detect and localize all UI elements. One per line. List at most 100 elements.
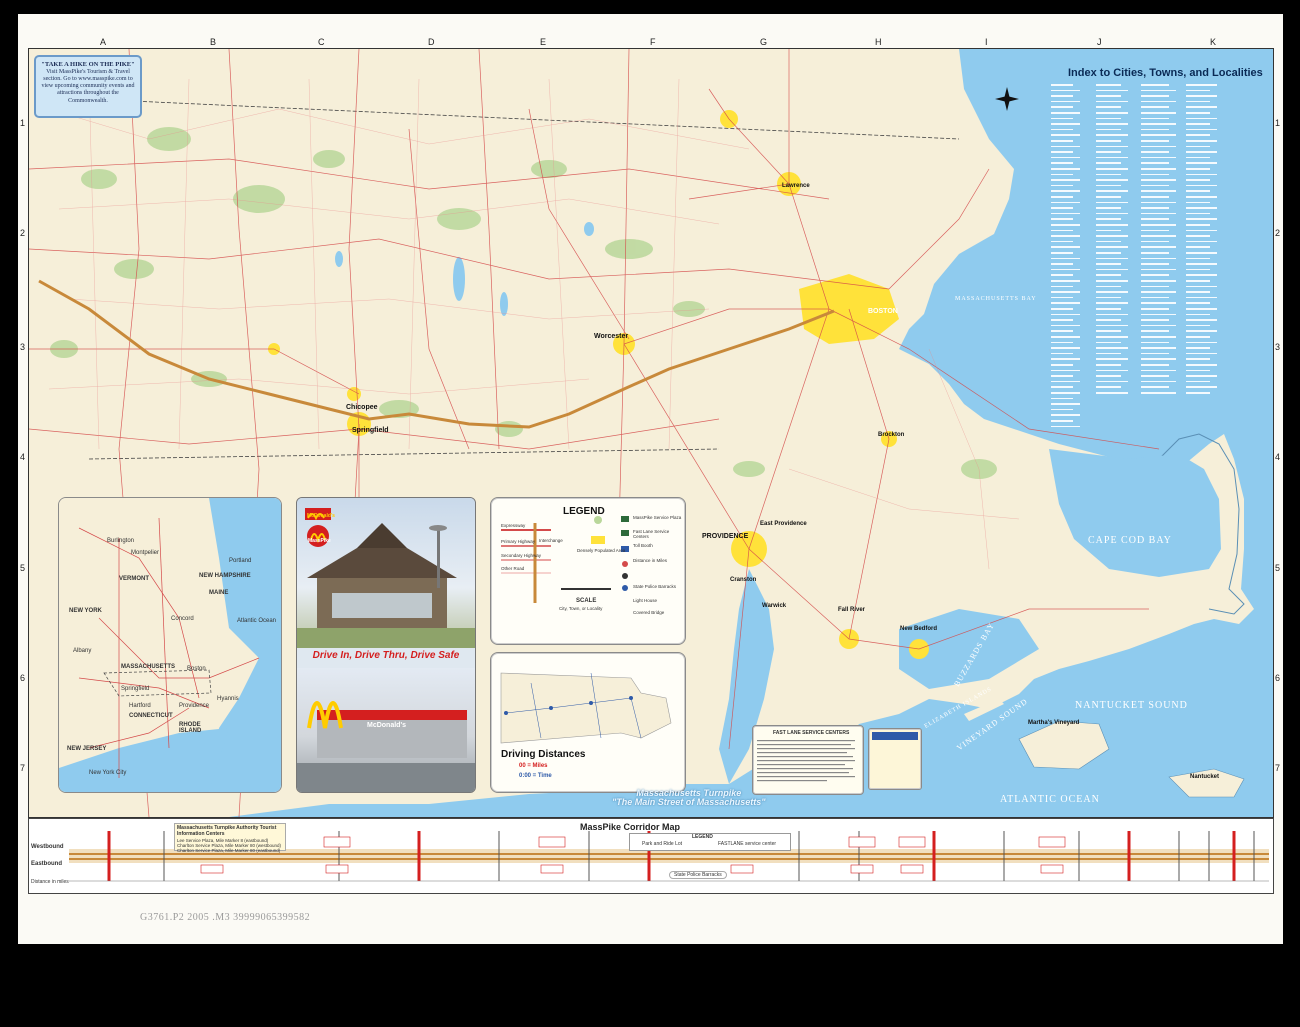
- tourist-info-line-3: Charlton Service Plaza, Mile Marker 80 (…: [177, 848, 281, 853]
- index-entry-line: [1096, 274, 1121, 276]
- index-entry-line: [1096, 285, 1121, 288]
- index-entry-line: [1051, 179, 1080, 181]
- index-entry-line: [1096, 112, 1128, 114]
- city-worcester: Worcester: [594, 333, 629, 340]
- corridor-service-plaza-icon: [1040, 864, 1064, 874]
- index-entry-line: [1096, 352, 1121, 355]
- index-entry-line: [1051, 84, 1073, 86]
- index-entry-line: [1096, 224, 1128, 226]
- corridor-service-plaza-icon: [538, 836, 566, 848]
- city-fall-river: Fall River: [838, 607, 866, 613]
- index-entry-line: [1141, 263, 1169, 265]
- index-entry-line: [1141, 162, 1169, 164]
- inset-state-new-jersey: NEW JERSEY: [67, 746, 107, 752]
- index-entry-line: [1141, 285, 1169, 288]
- index-entry-line: [1141, 218, 1169, 220]
- inset-place-hyannis: Hyannis: [217, 696, 239, 702]
- index-entry-line: [1186, 229, 1217, 232]
- index-entry-line: [1186, 246, 1210, 248]
- index-entry-line: [1186, 280, 1210, 282]
- grid-row-3-right: 3: [1275, 342, 1281, 352]
- index-entry-line: [1186, 240, 1217, 243]
- index-entry-line: [1096, 380, 1128, 383]
- index-entry-line: [1141, 274, 1169, 276]
- index-entry-line: [1051, 369, 1080, 372]
- mcdonalds-sign: McDonald's: [367, 722, 407, 729]
- index-entry-line: [1051, 296, 1073, 299]
- index-entry-line: [1186, 268, 1210, 271]
- index-entry-line: [1186, 106, 1217, 108]
- index-entry-line: [1186, 207, 1217, 209]
- index-entry-line: [1141, 235, 1176, 237]
- tourist-info-title: Massachusetts Turnpike Authority Tourist…: [177, 825, 277, 837]
- index-entry-line: [1051, 145, 1080, 148]
- index-entry-line: [1141, 358, 1176, 360]
- index-title: Index to Cities, Towns, and Localities: [1068, 67, 1263, 79]
- index-entry-line: [1141, 324, 1176, 327]
- turnpike-slogan: Massachusetts Turnpike "The Main Street …: [612, 788, 766, 808]
- masspike-partner: MassPike: [308, 538, 331, 544]
- index-entry-line: [1186, 386, 1217, 388]
- grid-row-6-left: 6: [20, 673, 26, 683]
- grid-row-6-right: 6: [1275, 673, 1281, 683]
- index-entry-line: [1141, 224, 1176, 226]
- index-entry-line: [1051, 173, 1073, 176]
- city-warwick: Warwick: [762, 603, 787, 609]
- index-entry-line: [1096, 100, 1128, 103]
- index-entry-line: [1186, 324, 1210, 327]
- index-entry-line: [1096, 196, 1121, 198]
- inset-place-new-york-city: New York City: [89, 770, 127, 776]
- index-entry-line: [1186, 162, 1217, 164]
- index-entry-line: [1096, 369, 1128, 372]
- corridor-service-plaza-icon: [730, 864, 754, 874]
- index-entry-line: [1096, 280, 1128, 282]
- fast-lane-title: FAST LANE SERVICE CENTERS: [773, 730, 850, 736]
- mcdonalds-brand: McDonald's: [307, 513, 335, 519]
- index-entry-line: [1051, 140, 1073, 142]
- westbound-label: Westbound: [31, 844, 64, 850]
- index-entry-line: [1096, 207, 1121, 209]
- index-entry-line: [1051, 128, 1073, 131]
- grid-row-1-left: 1: [20, 118, 26, 128]
- index-entry-line: [1141, 336, 1176, 338]
- index-entry-line: [1096, 128, 1121, 131]
- corridor-service-plaza-icon: [850, 864, 874, 874]
- index-entry-line: [1186, 341, 1217, 344]
- index-entry-line: [1186, 196, 1217, 198]
- index-entry-line: [1141, 156, 1176, 159]
- index-entry-line: [1096, 151, 1121, 153]
- index-entry-line: [1096, 162, 1121, 164]
- index-entry-line: [1141, 151, 1169, 153]
- index-entry-line: [1141, 201, 1176, 204]
- grid-col-b-top: B: [210, 37, 217, 47]
- index-entry-line: [1186, 313, 1210, 316]
- index-entry-line: [1051, 112, 1080, 114]
- index-entry-line: [1051, 397, 1073, 400]
- grid-col-j-top: J: [1097, 37, 1102, 47]
- index-entry-line: [1051, 319, 1073, 321]
- index-entry-line: [1096, 246, 1128, 248]
- index-entry-line: [1186, 156, 1210, 159]
- index-entry-line: [1141, 280, 1176, 282]
- index-entry-line: [1096, 347, 1128, 349]
- corridor-service-plaza-icon: [898, 836, 926, 848]
- label-nantucket-sound: NANTUCKET SOUND: [1075, 700, 1188, 711]
- grid-col-g-top: G: [760, 37, 768, 47]
- driving-time-key: 0:00 = Time: [519, 773, 552, 779]
- legend-panel: LEGEND Expressway Primary Highway Secondar…: [490, 497, 686, 645]
- grid-row-2-right: 2: [1275, 228, 1281, 238]
- legend-scale-label: SCALE: [576, 598, 597, 604]
- index-entry-line: [1186, 291, 1210, 293]
- grid-row-7-left: 7: [20, 763, 26, 773]
- index-entry-line: [1096, 89, 1128, 92]
- index-entry-line: [1096, 263, 1121, 265]
- index-entry-line: [1051, 420, 1073, 422]
- index-entry-line: [1141, 296, 1169, 299]
- index-entry-line: [1096, 168, 1128, 170]
- index-entry-line: [1141, 184, 1169, 187]
- index-entry-line: [1186, 319, 1217, 321]
- index-entry-line: [1186, 184, 1217, 187]
- index-entry-line: [1051, 268, 1080, 271]
- index-entry-line: [1096, 386, 1121, 388]
- legend-item: City, Town, or Locality: [559, 606, 603, 611]
